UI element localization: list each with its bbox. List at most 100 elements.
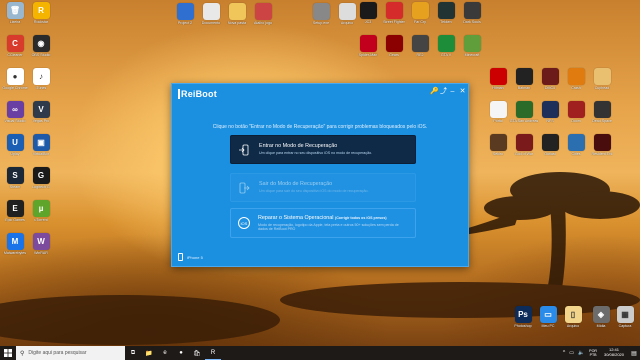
app-icon bbox=[411, 2, 429, 19]
desktop-icon[interactable]: JC3 bbox=[355, 2, 381, 24]
exit-recovery-button[interactable]: Sair do Modo de Recuperação Um clique pa… bbox=[230, 173, 416, 202]
device-name: iPhone 5 bbox=[187, 254, 203, 260]
minimize-button[interactable]: – bbox=[448, 87, 457, 96]
window-titlebar[interactable]: ReiBoot 🔑 ⤴ – ✕ bbox=[172, 84, 468, 104]
desktop-icon[interactable]: R Rockstar bbox=[28, 2, 54, 24]
desktop-icon[interactable]: Doom bbox=[563, 101, 589, 123]
app-icon: E bbox=[6, 200, 24, 217]
app-icon: 🗑 bbox=[6, 2, 24, 19]
desktop-icon[interactable]: Outlast bbox=[537, 134, 563, 156]
desktop-icon[interactable]: Cuphead bbox=[589, 68, 615, 90]
app-icon: G bbox=[32, 167, 50, 184]
desktop-icon[interactable]: V Vegas Pro bbox=[28, 101, 54, 123]
desktop-icon[interactable]: Sekiro bbox=[485, 134, 511, 156]
phone-icon bbox=[178, 253, 183, 261]
network-icon[interactable]: ▭ bbox=[569, 350, 574, 356]
desktop-icon[interactable]: C CCleaner bbox=[2, 35, 28, 57]
desktop-icon-label: Captura bbox=[618, 324, 632, 328]
desktop-icon[interactable]: ▣ VirtualBox bbox=[28, 134, 54, 156]
desktop-icon[interactable]: Batman bbox=[511, 68, 537, 90]
language-indicator[interactable]: POR PTB bbox=[589, 349, 597, 358]
desktop-icon[interactable]: Dead Space bbox=[589, 101, 615, 123]
app-icon: ◉ bbox=[32, 35, 50, 52]
clock[interactable]: 12:41 30/08/2020 bbox=[604, 347, 624, 358]
taskbar-edge-icon[interactable]: e bbox=[157, 346, 173, 360]
exit-recovery-title: Sair do Modo de Recuperação bbox=[259, 181, 333, 188]
app-icon: ▭ bbox=[539, 306, 557, 323]
desktop-icon[interactable]: Setup.exe bbox=[308, 3, 334, 25]
notification-icon[interactable]: ▤ bbox=[628, 346, 640, 360]
desktop-icon-label: WinRAR bbox=[34, 251, 48, 255]
desktop-icon[interactable]: Street Fighter bbox=[381, 2, 407, 24]
desktop-icon[interactable]: µ uTorrent bbox=[28, 200, 54, 222]
app-logo: ReiBoot bbox=[178, 89, 217, 99]
desktop-icon[interactable]: DMC5 bbox=[537, 68, 563, 90]
close-button[interactable]: ✕ bbox=[458, 87, 467, 96]
enter-recovery-desc: Um clique para entrar no seu dispositivo… bbox=[259, 151, 373, 156]
app-icon: µ bbox=[32, 200, 50, 217]
desktop-icon[interactable]: W WinRAR bbox=[28, 233, 54, 255]
desktop-icon[interactable]: Minecraft bbox=[459, 35, 485, 57]
desktop-icon-label: OBS Studio bbox=[31, 53, 51, 57]
desktop-icon[interactable]: Hitman bbox=[485, 68, 511, 90]
desktop-icon[interactable]: Crash bbox=[563, 68, 589, 90]
desktop-icon[interactable]: ∞ Visual Studio bbox=[2, 101, 28, 123]
desktop-icon-label: Vegas Pro bbox=[32, 119, 50, 123]
app-icon: W bbox=[32, 233, 50, 250]
app-icon bbox=[489, 68, 507, 85]
app-icon bbox=[437, 35, 455, 52]
desktop-icon[interactable]: Resident Evil bbox=[589, 134, 615, 156]
desktop-icon[interactable]: ▦ Captura bbox=[612, 306, 638, 328]
desktop-icon[interactable]: Gears bbox=[381, 35, 407, 57]
desktop-icon[interactable]: Cities bbox=[563, 134, 589, 156]
desktop-icon[interactable]: GTA San Andreas bbox=[510, 101, 538, 123]
taskbar: ⚲ Digite aqui para pesquisar ⧉ 📁 e ● 🛍 R ^ ▭ … bbox=[0, 346, 640, 360]
app-icon: M bbox=[6, 233, 24, 250]
desktop-icon[interactable]: ● Google Chrome bbox=[2, 68, 28, 90]
desktop-icon[interactable]: Portal bbox=[485, 101, 511, 123]
desktop-icon[interactable]: Project 2 bbox=[172, 3, 198, 25]
reiboot-window: ReiBoot 🔑 ⤴ – ✕ Clique no botão "Entrar … bbox=[171, 83, 469, 267]
desktop-icon[interactable]: E Epic Games bbox=[2, 200, 28, 222]
taskbar-store-icon[interactable]: 🛍 bbox=[189, 346, 205, 360]
app-icon bbox=[567, 101, 585, 118]
enter-recovery-button[interactable]: Entrar no Modo de Recuperação Um clique … bbox=[230, 135, 416, 164]
start-button[interactable] bbox=[0, 346, 16, 360]
desktop-icon[interactable]: Tekken bbox=[433, 2, 459, 24]
app-icon bbox=[541, 101, 559, 118]
desktop-icon[interactable]: Atalho jogo bbox=[250, 3, 276, 25]
taskbar-chrome-icon[interactable]: ● bbox=[173, 346, 189, 360]
taskbar-task-view-icon[interactable]: ⧉ bbox=[125, 346, 141, 360]
repair-os-button[interactable]: iOS Reparar o Sistema Operacional (Corri… bbox=[230, 208, 416, 238]
desktop-icon[interactable]: Dark Souls bbox=[459, 2, 485, 24]
desktop-icon[interactable]: RE2 bbox=[407, 35, 433, 57]
desktop-icon[interactable]: Spider-Man bbox=[355, 35, 381, 57]
key-icon[interactable]: 🔑 bbox=[430, 87, 439, 96]
taskbar-search[interactable]: ⚲ Digite aqui para pesquisar bbox=[16, 346, 125, 360]
device-indicator: iPhone 5 bbox=[178, 253, 203, 261]
search-icon: ⚲ bbox=[20, 350, 25, 357]
desktop-icon[interactable]: S Steam bbox=[2, 167, 28, 189]
desktop-icon[interactable]: Documento bbox=[198, 3, 224, 25]
app-icon bbox=[437, 2, 455, 19]
desktop-icon-label: Resident Evil bbox=[591, 152, 613, 156]
desktop-icon[interactable]: Far Cry bbox=[407, 2, 433, 24]
taskbar-file-explorer-icon[interactable]: 📁 bbox=[141, 346, 157, 360]
desktop-icon[interactable]: ▯ Arquivo bbox=[560, 306, 586, 328]
desktop-icon[interactable]: God of War bbox=[511, 134, 537, 156]
desktop-icon[interactable]: 🗑 Lixeira bbox=[2, 2, 28, 24]
desktop-icon[interactable]: NFS bbox=[537, 101, 563, 123]
desktop-icon[interactable]: Nova pasta bbox=[224, 3, 250, 25]
volume-icon[interactable]: 🔈 bbox=[578, 350, 584, 356]
taskbar-reiboot-icon[interactable]: R bbox=[205, 346, 221, 360]
chevron-up-icon[interactable]: ^ bbox=[563, 350, 565, 356]
desktop-icon[interactable]: U Uplay bbox=[2, 134, 28, 156]
app-icon bbox=[463, 2, 481, 19]
share-icon[interactable]: ⤴ bbox=[439, 87, 448, 96]
desktop-icon[interactable]: ♪ iTunes bbox=[28, 68, 54, 90]
desktop-icon[interactable]: M Malwarebytes bbox=[2, 233, 28, 255]
desktop-icon[interactable]: ◉ OBS Studio bbox=[28, 35, 54, 57]
desktop-icon[interactable]: G Logitech G bbox=[28, 167, 54, 189]
desktop-icon[interactable]: GTA V bbox=[433, 35, 459, 57]
desktop-icon-label: iTunes bbox=[35, 86, 47, 90]
